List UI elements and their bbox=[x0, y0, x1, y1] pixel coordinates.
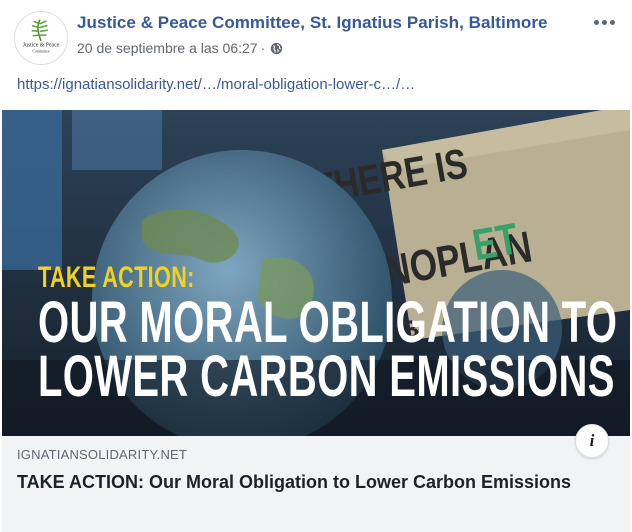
dot bbox=[593, 19, 599, 25]
more-options-ellipsis-icon[interactable] bbox=[588, 10, 620, 34]
post-header: Justice & Peace Committee Justice & Peac… bbox=[0, 0, 632, 70]
svg-text:Committee: Committee bbox=[32, 49, 49, 53]
post-timestamp[interactable]: 20 de septiembre a las 06:27 bbox=[77, 40, 258, 56]
link-title[interactable]: TAKE ACTION: Our Moral Obligation to Low… bbox=[17, 469, 577, 495]
info-label: i bbox=[589, 431, 595, 450]
page-avatar[interactable]: Justice & Peace Committee bbox=[14, 11, 68, 65]
info-icon[interactable]: i bbox=[575, 424, 609, 458]
dot bbox=[601, 19, 607, 25]
svg-text:Justice & Peace: Justice & Peace bbox=[23, 43, 60, 49]
link-preview-image[interactable]: THERE IS NOPLAN ET B TAKE ACTION: OUR MO… bbox=[2, 110, 630, 436]
palm-leaf-logo-icon: Justice & Peace Committee bbox=[15, 12, 67, 64]
link-domain: IGNATIANSOLIDARITY.NET bbox=[17, 447, 188, 462]
globe-icon[interactable] bbox=[270, 42, 283, 55]
post-shared-url[interactable]: https://ignatiansolidarity.net/…/moral-o… bbox=[17, 76, 415, 93]
facebook-post: Justice & Peace Committee Justice & Peac… bbox=[0, 0, 632, 532]
meta-separator: · bbox=[260, 40, 266, 56]
image-caption: TAKE ACTION: OUR MORAL OBLIGATION TO LOW… bbox=[38, 262, 630, 409]
image-headline-line-1: OUR MORAL OBLIGATION TO bbox=[38, 290, 618, 355]
image-headline-line-2: LOWER CARBON EMISSIONS bbox=[38, 344, 615, 409]
page-name-link[interactable]: Justice & Peace Committee, St. Ignatius … bbox=[77, 13, 548, 33]
post-meta: 20 de septiembre a las 06:27 · bbox=[77, 40, 283, 56]
link-preview-footer[interactable]: IGNATIANSOLIDARITY.NET TAKE ACTION: Our … bbox=[2, 436, 630, 532]
dot bbox=[609, 19, 615, 25]
